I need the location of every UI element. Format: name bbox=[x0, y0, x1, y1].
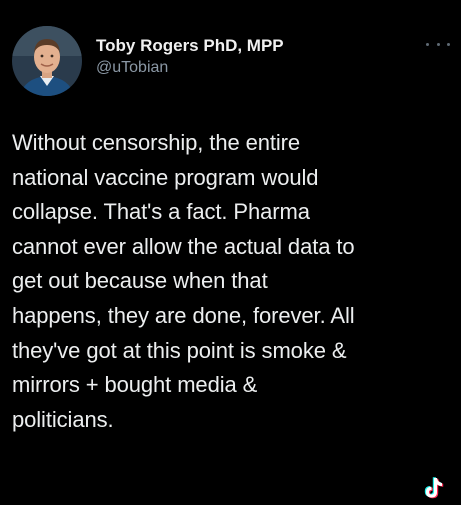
tweet-text-line: get out because when that bbox=[12, 268, 268, 294]
tweet-text-line: happens, they are done, forever. All bbox=[12, 302, 355, 328]
tweet-text-line: mirrors + bought media & bbox=[12, 372, 258, 398]
author-display-name[interactable]: Toby Rogers PhD, MPP bbox=[96, 36, 284, 56]
more-dot bbox=[426, 42, 429, 46]
tweet-text-line: cannot ever allow the actual data to bbox=[12, 233, 355, 259]
more-dot bbox=[436, 42, 440, 46]
tweet-text-line: national vaccine program would bbox=[12, 164, 319, 190]
tweet-header: Toby Rogers PhD, MPP @uTobian bbox=[12, 26, 284, 96]
tweet-text-line: they've got at this point is smoke & bbox=[12, 337, 347, 363]
avatar[interactable] bbox=[12, 26, 82, 96]
tweet-text-line: collapse. That's a fact. Pharma bbox=[12, 199, 310, 225]
tweet-text-line: politicians. bbox=[12, 406, 114, 432]
tweet-text-line: Without censorship, the entire bbox=[12, 130, 301, 155]
more-dot bbox=[447, 42, 450, 46]
tweet-text: Without censorship, the entire national … bbox=[12, 126, 452, 437]
author-names: Toby Rogers PhD, MPP @uTobian bbox=[96, 36, 284, 79]
tiktok-logo-icon bbox=[420, 476, 446, 500]
more-horizontal-icon[interactable] bbox=[426, 38, 450, 50]
author-handle[interactable]: @uTobian bbox=[96, 57, 284, 79]
tweet-card: Toby Rogers PhD, MPP @uTobian Without ce… bbox=[0, 0, 461, 500]
